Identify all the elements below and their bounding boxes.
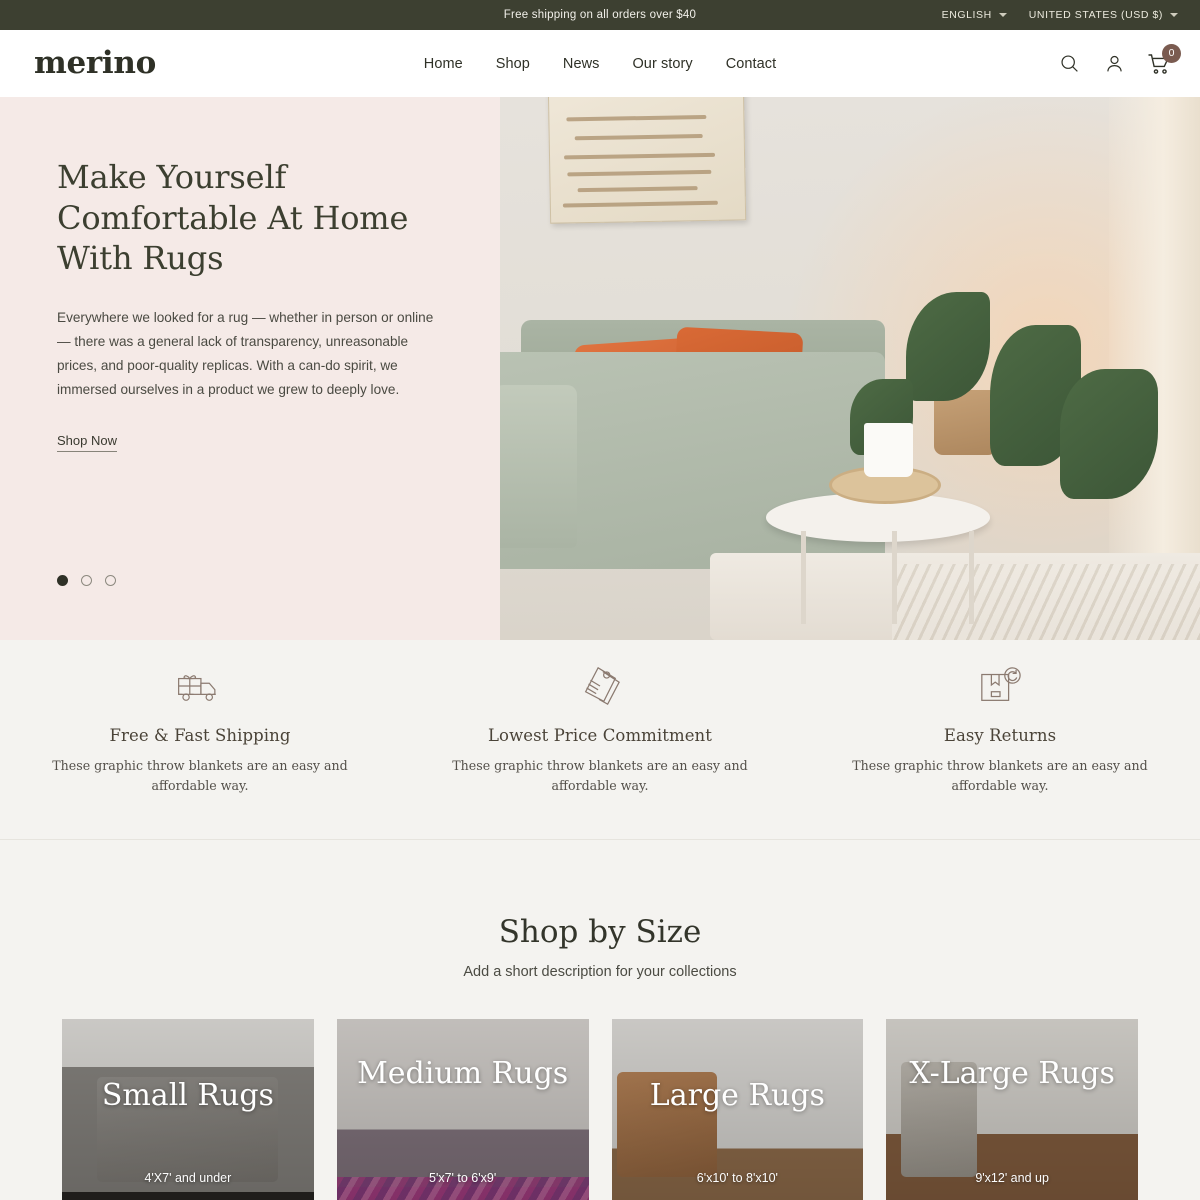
country-currency-selector[interactable]: UNITED STATES (USD $) — [1029, 9, 1178, 21]
feature-title: Easy Returns — [943, 726, 1057, 745]
carousel-dots — [57, 575, 116, 586]
country-label: UNITED STATES (USD $) — [1028, 9, 1163, 21]
delivery-truck-icon — [34, 658, 366, 714]
nav-item-news[interactable]: News — [563, 56, 600, 72]
hero-image — [500, 97, 1200, 640]
shop-now-button[interactable]: Shop Now — [57, 433, 117, 452]
feature-text: These graphic throw blankets are an easy… — [852, 758, 1148, 794]
hero-section: Make Yourself Comfortable At Home With R… — [0, 97, 1200, 640]
hero-title: Make Yourself Comfortable At Home With R… — [57, 158, 409, 278]
feature-easy-returns: Easy Returns These graphic throw blanket… — [800, 658, 1200, 797]
return-box-icon — [834, 658, 1166, 714]
price-tag-icon — [434, 658, 766, 714]
collection-card-grid: Small Rugs 4'X7' and under Medium Rugs 5… — [0, 980, 1200, 1200]
card-size: 6'x10' to 8'x10' — [696, 1171, 778, 1185]
chevron-down-icon — [998, 13, 1007, 17]
carousel-dot-3[interactable] — [105, 575, 116, 586]
card-size: 9'x12' and up — [975, 1171, 1049, 1185]
hero-copy: Make Yourself Comfortable At Home With R… — [0, 97, 500, 640]
card-size: 5'x7' to 6'x9' — [429, 1171, 497, 1185]
collections-section: Shop by Size Add a short description for… — [0, 840, 1200, 1200]
feature-title: Lowest Price Commitment — [488, 726, 712, 745]
carousel-dot-2[interactable] — [81, 575, 92, 586]
main-navigation: Home Shop News Our story Contact — [424, 56, 776, 72]
site-header: merino Home Shop News Our story Contact … — [0, 30, 1200, 97]
header-actions: 0 — [1056, 43, 1181, 77]
locale-selectors: ENGLISH UNITED STATES (USD $) — [942, 9, 1200, 21]
feature-free-shipping: Free & Fast Shipping These graphic throw… — [0, 658, 400, 797]
nav-item-shop[interactable]: Shop — [496, 56, 530, 72]
language-label: ENGLISH — [941, 9, 992, 21]
collection-card-small-rugs[interactable]: Small Rugs 4'X7' and under — [62, 1019, 314, 1200]
card-title: Large Rugs — [649, 1078, 825, 1113]
language-selector[interactable]: ENGLISH — [942, 9, 1007, 21]
hero-description: Everywhere we looked for a rug — whether… — [57, 309, 434, 398]
site-logo[interactable]: merino — [34, 48, 156, 79]
nav-item-contact[interactable]: Contact — [726, 56, 776, 72]
user-icon[interactable] — [1101, 51, 1127, 77]
section-subtitle: Add a short description for your collect… — [463, 964, 737, 980]
feature-title: Free & Fast Shipping — [109, 726, 291, 745]
collection-card-large-rugs[interactable]: Large Rugs 6'x10' to 8'x10' — [611, 1019, 864, 1200]
section-title: Shop by Size — [498, 914, 702, 950]
cart-icon[interactable]: 0 — [1146, 43, 1181, 77]
collection-card-xlarge-rugs[interactable]: X-Large Rugs 9'x12' and up — [886, 1019, 1138, 1200]
carousel-dot-1[interactable] — [57, 575, 68, 586]
card-size: 4'X7' and under — [144, 1171, 232, 1185]
feature-text: These graphic throw blankets are an easy… — [52, 758, 348, 794]
card-title: X-Large Rugs — [909, 1056, 1115, 1091]
cart-count-badge: 0 — [1162, 43, 1181, 63]
card-title: Medium Rugs — [357, 1056, 569, 1091]
features-section: Free & Fast Shipping These graphic throw… — [0, 640, 1200, 840]
wall-art — [547, 97, 747, 224]
chevron-down-icon — [1170, 13, 1178, 17]
announcement-bar: Free shipping on all orders over $40 ENG… — [0, 0, 1200, 30]
search-icon[interactable] — [1056, 51, 1082, 77]
feature-text: These graphic throw blankets are an easy… — [452, 758, 748, 794]
collection-card-medium-rugs[interactable]: Medium Rugs 5'x7' to 6'x9' — [336, 1019, 589, 1200]
nav-item-home[interactable]: Home — [424, 56, 463, 72]
nav-item-our-story[interactable]: Our story — [632, 56, 692, 72]
feature-lowest-price: Lowest Price Commitment These graphic th… — [400, 658, 800, 797]
card-title: Small Rugs — [101, 1078, 274, 1113]
